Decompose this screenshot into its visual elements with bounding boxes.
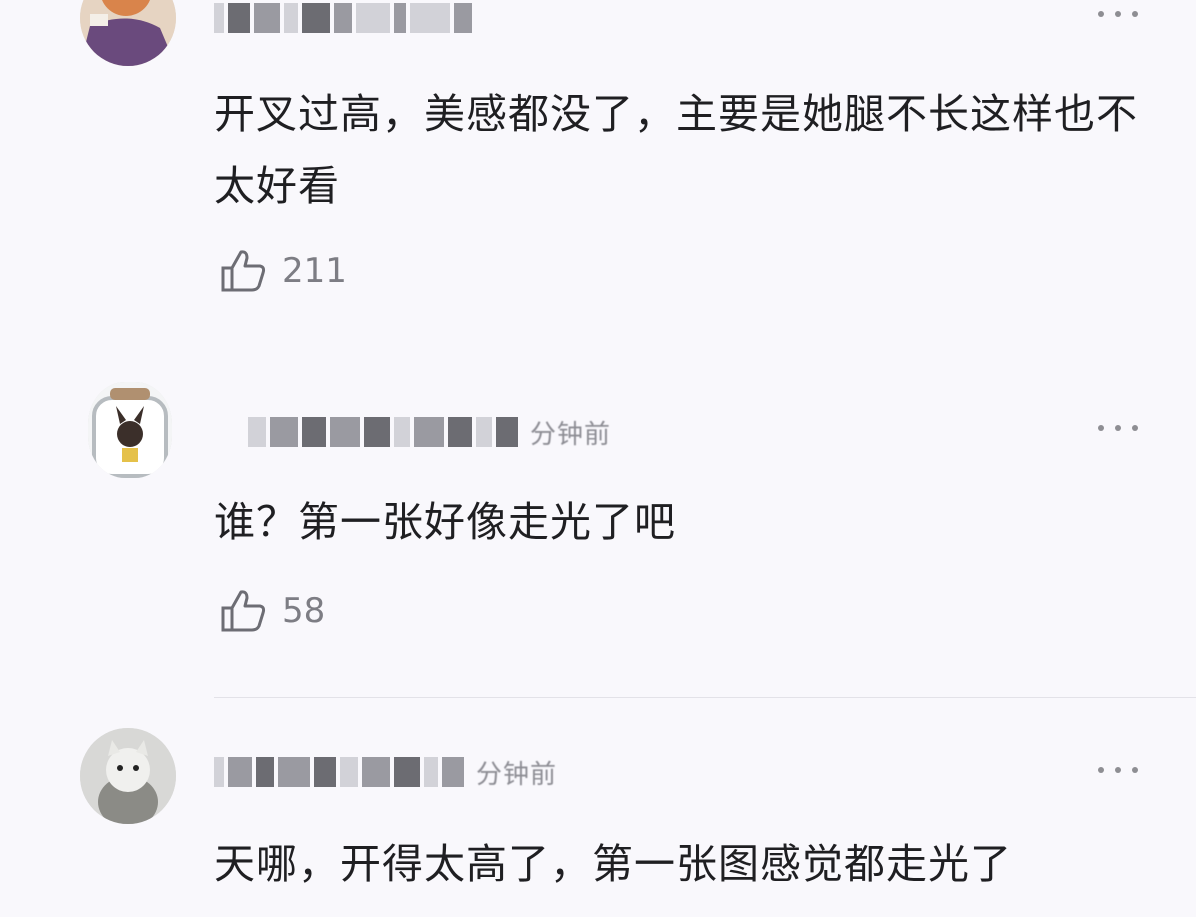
more-options-icon[interactable] <box>1098 422 1138 434</box>
more-options-icon[interactable] <box>1098 8 1138 20</box>
comment-text: 天哪，开得太高了，第一张图感觉都走光了 <box>214 840 1012 888</box>
like-button[interactable]: 211 <box>218 246 347 296</box>
comment-item: 分钟前 谁？第一张好像走光了吧 58 <box>0 370 1196 690</box>
thumbs-up-icon <box>221 250 266 292</box>
thumbs-up-icon <box>221 590 266 632</box>
comment-text: 开叉过高，美感都没了，主要是她腿不长这样也不太好看 <box>214 90 1138 210</box>
username-masked[interactable] <box>248 417 518 447</box>
avatar[interactable] <box>80 728 176 824</box>
username-masked[interactable] <box>214 757 464 787</box>
avatar[interactable] <box>80 0 176 66</box>
comment-item: 开叉过高，美感都没了，主要是她腿不长这样也不太好看 211 <box>0 0 1196 330</box>
username-masked[interactable] <box>214 3 472 33</box>
comment-text: 谁？第一张好像走光了吧 <box>214 498 676 546</box>
more-options-icon[interactable] <box>1098 764 1138 776</box>
like-count: 211 <box>282 251 347 291</box>
comment-divider <box>214 697 1196 698</box>
comment-item: 分钟前 天哪，开得太高了，第一张图感觉都走光了 <box>0 720 1196 917</box>
comment-time: 分钟前 <box>530 419 612 450</box>
comment-time: 分钟前 <box>476 759 558 790</box>
like-count: 58 <box>282 591 326 631</box>
comment-list: 开叉过高，美感都没了，主要是她腿不长这样也不太好看 211 分钟前 谁？第一张好… <box>0 0 1196 917</box>
avatar[interactable] <box>88 382 172 478</box>
like-button[interactable]: 58 <box>218 586 325 636</box>
